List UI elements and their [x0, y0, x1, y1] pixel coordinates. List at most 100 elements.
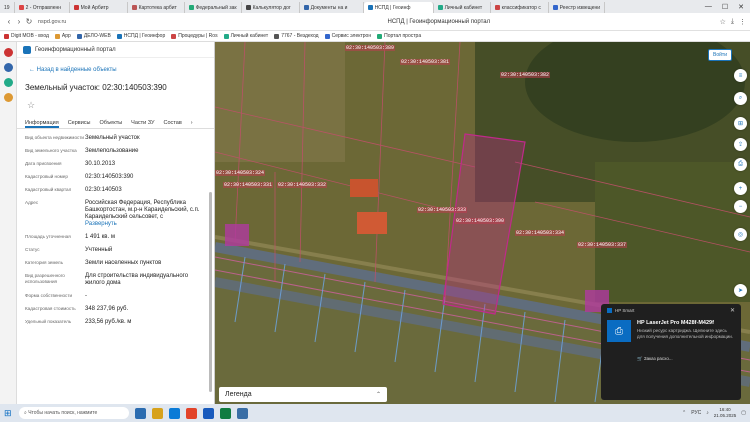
bookmark-item[interactable]: 7767 - Вездеход: [274, 33, 319, 39]
back-to-results-link[interactable]: ← Назад в найденные объекты: [29, 67, 214, 73]
bookmark-item[interactable]: Арр: [54, 33, 71, 39]
panel-tab[interactable]: Объекты: [99, 117, 122, 128]
cadastral-number-label[interactable]: 02:30:140503:389: [345, 45, 396, 51]
menu-icon[interactable]: ⋮: [739, 18, 746, 26]
language-indicator[interactable]: РУС: [691, 410, 701, 416]
cadastral-number-label[interactable]: 02:30:140503:334: [515, 230, 566, 236]
yandex-browser-icon[interactable]: [186, 407, 197, 419]
sidebar-app-icon[interactable]: [3, 93, 13, 102]
cadastral-number-label[interactable]: 02:30:140503:332: [277, 182, 328, 188]
task-view-icon[interactable]: [135, 407, 146, 419]
back-arrow-icon[interactable]: ‹: [4, 17, 14, 26]
download-icon[interactable]: ⤓: [731, 18, 734, 26]
legend-bar[interactable]: Легенда ⌃: [219, 387, 387, 402]
browser-tab[interactable]: Личный кабинет: [434, 2, 491, 13]
browser-tab[interactable]: Мой Арбитр: [70, 2, 128, 13]
excel-icon[interactable]: [220, 407, 231, 419]
locate-me-icon[interactable]: ➤: [734, 284, 747, 297]
page-title: НСПД | Геоинформационный портал: [387, 18, 491, 25]
property-key: Площадь уточненная: [25, 234, 71, 239]
browser-tab[interactable]: НСПД | Геоинф: [363, 2, 434, 13]
forward-arrow-icon[interactable]: ›: [14, 17, 24, 26]
bookmark-item[interactable]: Сервис электрон: [324, 33, 371, 39]
tab-label: Документы на и: [310, 4, 348, 11]
panel-tab[interactable]: Сервисы: [68, 117, 91, 128]
layers-toggle-icon[interactable]: ◎: [734, 228, 747, 241]
panel-tab[interactable]: Части ЗУ: [131, 117, 154, 128]
reload-icon[interactable]: ↻: [24, 17, 34, 26]
notification-text: HP LaserJet Pro M428f-M429f Низкий ресур…: [637, 320, 735, 342]
bookmark-item[interactable]: НСПД | Геоинфор: [116, 33, 165, 39]
order-supplies-button[interactable]: 🛒 Заказ расхо...: [637, 356, 735, 362]
browser-tab[interactable]: Реестр извещени: [549, 2, 605, 13]
bookmark-star-icon[interactable]: ☆: [720, 18, 726, 26]
sidebar-app-icon[interactable]: [3, 78, 13, 87]
zoom-in-button[interactable]: +: [734, 182, 747, 195]
maximize-button[interactable]: ☐: [722, 3, 728, 11]
print-icon[interactable]: ⎙: [734, 158, 747, 171]
taskbar-search[interactable]: ⌕ Чтобы начать поиск, нажмите: [19, 407, 129, 419]
close-window-button[interactable]: ✕: [738, 3, 744, 11]
share-icon[interactable]: ⇪: [734, 138, 747, 151]
browser-tab[interactable]: Картотека арбит: [128, 2, 185, 13]
cadastral-number-label[interactable]: 02:30:140503:382: [500, 72, 551, 78]
bookmark-favicon-icon: [324, 33, 330, 39]
panel-tab[interactable]: Информация: [25, 117, 59, 128]
browser-tab[interactable]: Федеральный зак: [185, 2, 242, 13]
cadastral-number-label[interactable]: 02:30:140503:331: [223, 182, 274, 188]
property-value: 1 491 кв. м: [85, 234, 208, 241]
property-key: Статус: [25, 247, 40, 252]
bookmark-label: Digit МОВ - вход: [11, 33, 49, 39]
property-row: Вид земельного участка Землепользование: [25, 148, 208, 155]
favorite-star-icon[interactable]: ☆: [27, 100, 214, 111]
order-supplies-label: Заказ расхо...: [643, 356, 673, 361]
speaker-icon[interactable]: ♪: [706, 410, 709, 416]
zoom-out-button[interactable]: −: [734, 200, 747, 213]
panel-scrollbar[interactable]: [209, 192, 212, 392]
browser-tab[interactable]: классификатор с: [491, 2, 549, 13]
windows-start-icon[interactable]: ⊞: [4, 408, 13, 418]
cadastral-number-label[interactable]: 02:30:140503:381: [400, 59, 451, 65]
property-key: Вид объекта недвижимости: [25, 135, 84, 140]
measure-icon[interactable]: ⊞: [734, 117, 747, 130]
sidebar-app-icon[interactable]: [3, 48, 13, 57]
login-button[interactable]: Войти: [708, 49, 732, 61]
panel-tab[interactable]: Состав: [164, 117, 182, 128]
notifications-icon[interactable]: ▢: [741, 410, 746, 416]
bookmark-item[interactable]: Digit МОВ - вход: [4, 33, 49, 39]
tabs-scroll-right-icon[interactable]: ›: [191, 117, 193, 128]
bookmark-item[interactable]: Портал простра: [377, 33, 421, 39]
tab-label: Мой Арбитр: [80, 4, 109, 11]
portal-name: Геоинформационный портал: [35, 46, 116, 53]
layers-icon[interactable]: ≡: [734, 69, 747, 82]
expand-address-link[interactable]: Развернуть: [85, 221, 117, 227]
printer-notification[interactable]: HP Smart ✕ ⎙ HP LaserJet Pro M428f-M429f…: [601, 304, 741, 400]
bookmark-item[interactable]: Личный кабинет: [223, 33, 268, 39]
property-row: Статус Учтенный: [25, 247, 208, 254]
bookmark-item[interactable]: ДЕЛО-WEB: [76, 33, 111, 39]
tab-counter[interactable]: 19: [0, 2, 15, 13]
cadastral-number-label[interactable]: 02:30:140503:333: [417, 207, 468, 213]
url-field[interactable]: nspd.gov.ru: [38, 19, 158, 25]
search-map-icon[interactable]: ⌕: [734, 92, 747, 105]
browser-tab[interactable]: 2 - Отправленн: [15, 2, 70, 13]
cadastral-number-label[interactable]: 02:30:140503:390: [455, 218, 506, 224]
edge-icon[interactable]: [169, 407, 180, 419]
close-icon[interactable]: ✕: [730, 307, 735, 314]
bookmark-favicon-icon: [377, 33, 383, 39]
cadastral-number-label[interactable]: 02:30:140503:324: [215, 170, 266, 176]
word-icon[interactable]: [203, 407, 214, 419]
chevron-up-icon[interactable]: ⌃: [682, 410, 686, 416]
browser-tab[interactable]: Документы на и: [300, 2, 364, 13]
sidebar-app-icon[interactable]: [3, 63, 13, 72]
browser-tab[interactable]: Калькулятор дог: [242, 2, 300, 13]
app-icon[interactable]: [237, 407, 248, 419]
bookmark-item[interactable]: Процедуры | Ros: [171, 33, 218, 39]
property-row: Кадастровый номер 02:30:140503:390: [25, 174, 208, 181]
cadastral-number-label[interactable]: 02:30:140503:337: [577, 242, 628, 248]
bookmarks-bar: Digit МОВ - вход Арр ДЕЛО-WEB НСПД | Геоинф…: [0, 31, 750, 42]
file-explorer-icon[interactable]: [152, 407, 163, 419]
clock[interactable]: 16:40 21.05.2025: [714, 407, 737, 419]
minimize-button[interactable]: —: [705, 3, 712, 11]
property-value-text: Для строительства индивидуального жилого…: [85, 273, 189, 286]
